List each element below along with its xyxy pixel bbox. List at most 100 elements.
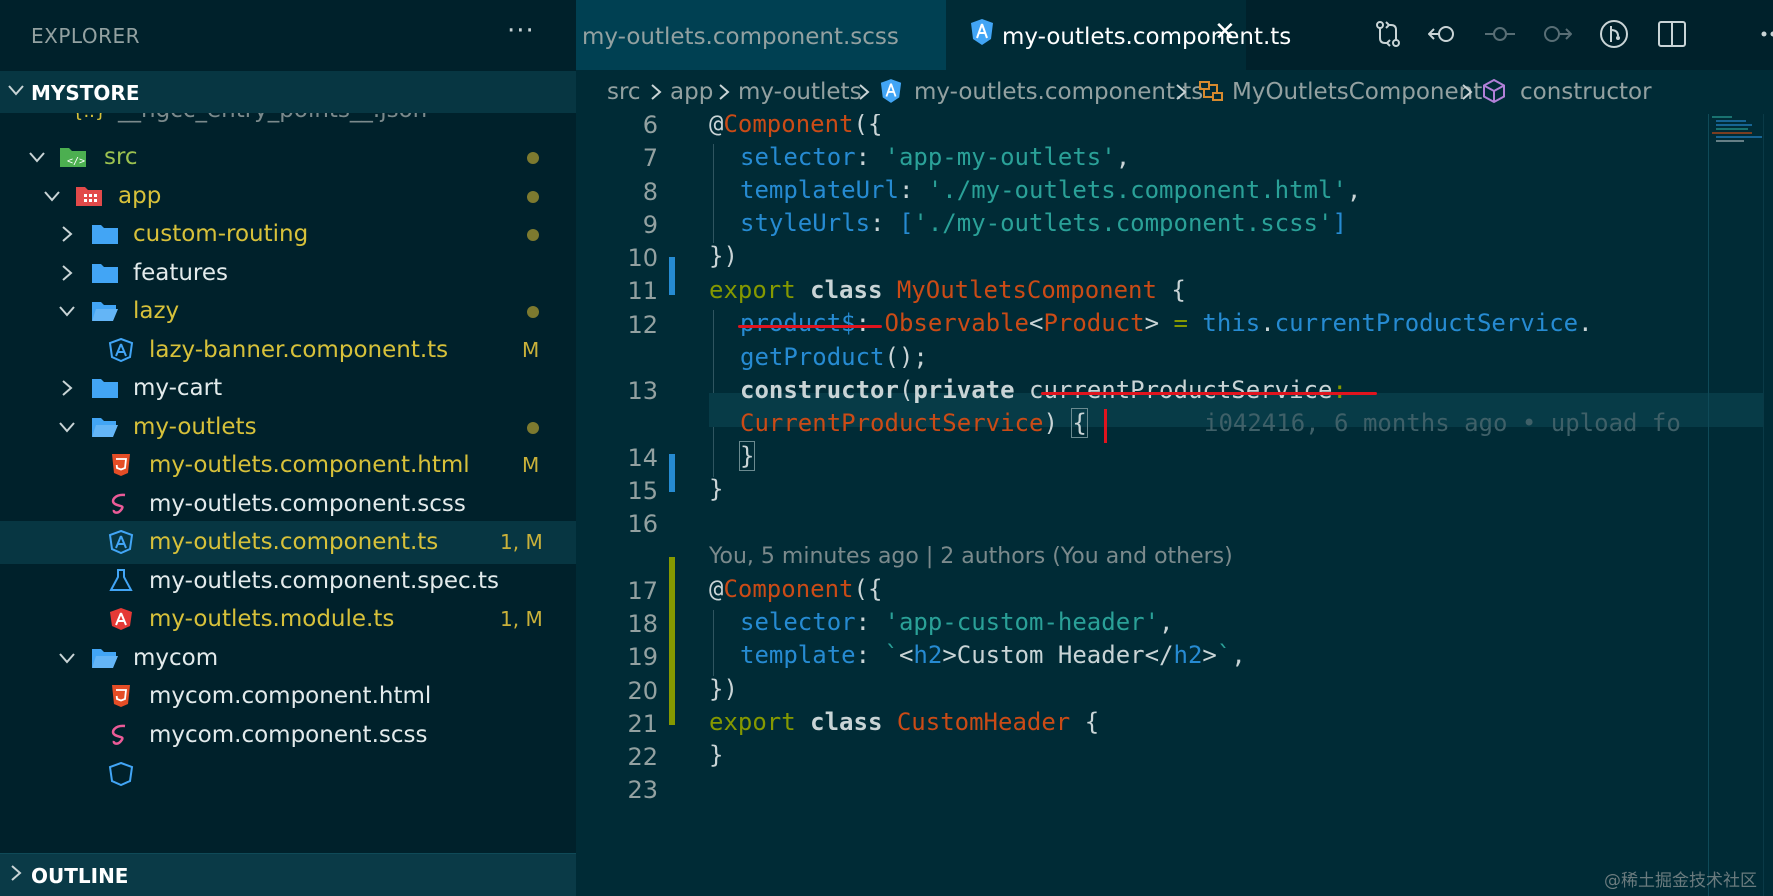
code-editor[interactable]: 6 7 8 9 10 11 12 13 14 15 16 17 18 19 20…	[576, 114, 1773, 896]
folder-icon	[92, 264, 118, 283]
angular-module-icon	[110, 608, 132, 630]
tree-item-my-cart[interactable]: my-cart	[0, 367, 576, 410]
code-line: @Component({	[709, 575, 883, 603]
chevron-down-icon	[59, 653, 75, 664]
app-folder-icon	[76, 187, 102, 206]
breadcrumb-item[interactable]: my-outlets.component.ts	[914, 79, 1203, 105]
tree-item-my-outlets-ts[interactable]: my-outlets.component.ts 1, M	[0, 521, 576, 564]
go-forward-icon[interactable]	[1540, 18, 1572, 50]
tree-item-label: app	[118, 183, 162, 209]
tree-item-lazy-banner-ts[interactable]: lazy-banner.component.ts M	[0, 329, 576, 372]
line-number: 8	[642, 178, 658, 206]
git-history-icon[interactable]	[1598, 18, 1630, 50]
tree-item-label: my-outlets	[133, 414, 257, 440]
tab-my-outlets-ts[interactable]: my-outlets.component.ts ✕	[946, 0, 1291, 70]
more-actions-icon[interactable]	[1756, 18, 1773, 50]
git-commit-icon[interactable]	[1484, 18, 1516, 50]
explorer-sidebar: EXPLORER ··· MYSTORE {..} __ngcc_entry_p…	[0, 0, 576, 896]
tree-item-label: my-cart	[133, 375, 223, 401]
tree-item-mycom-html[interactable]: mycom.component.html	[0, 675, 576, 718]
line-number: 9	[642, 211, 658, 239]
code-line: templateUrl: './my-outlets.component.htm…	[740, 176, 1362, 204]
line-number: 23	[627, 776, 658, 804]
split-editor-icon[interactable]	[1656, 18, 1688, 50]
angular-component-icon	[971, 19, 993, 45]
error-underline	[1041, 392, 1377, 395]
close-icon[interactable]: ✕	[1214, 17, 1236, 47]
tab-my-outlets-scss[interactable]: my-outlets.component.scss	[576, 0, 946, 70]
class-symbol-icon	[1199, 81, 1223, 101]
tree-item-custom-routing[interactable]: custom-routing	[0, 213, 576, 256]
tree-item-label: mycom	[133, 645, 219, 671]
code-line: }	[709, 475, 724, 503]
tree-item-my-outlets[interactable]: my-outlets	[0, 406, 576, 449]
svg-text:</>: </>	[67, 156, 85, 167]
tree-item-partial[interactable]	[0, 753, 576, 796]
vertical-scrollbar[interactable]	[1763, 114, 1773, 896]
tree-item-label: my-outlets.component.scss	[149, 491, 466, 517]
modified-dot	[527, 306, 539, 318]
tree-item-label: lazy	[133, 298, 180, 324]
tree-item-features[interactable]: features	[0, 252, 576, 295]
code-line: constructor(private currentProductServic…	[740, 376, 1347, 404]
tree-item-src[interactable]: </> src	[0, 136, 576, 179]
folder-open-icon	[92, 302, 118, 321]
codelens-authors[interactable]: You, 5 minutes ago | 2 authors (You and …	[709, 544, 1233, 569]
more-actions-icon[interactable]: ···	[507, 16, 535, 46]
chevron-right-icon	[1462, 84, 1473, 100]
line-number: 13	[627, 377, 658, 405]
code-line: styleUrls: ['./my-outlets.component.scss…	[740, 209, 1347, 237]
tree-item-my-outlets-html[interactable]: my-outlets.component.html M	[0, 444, 576, 487]
tree-item-mycom[interactable]: mycom	[0, 637, 576, 680]
folder-open-icon	[92, 649, 118, 668]
minimap[interactable]	[1710, 114, 1765, 174]
git-status-badge: 1, M	[500, 530, 543, 554]
tree-item-app[interactable]: app	[0, 175, 576, 218]
angular-component-icon	[880, 79, 902, 103]
tree-item-lazy[interactable]: lazy	[0, 290, 576, 333]
chevron-right-icon	[62, 265, 73, 281]
outline-section-header[interactable]: OUTLINE	[0, 853, 576, 896]
tree-item-label: lazy-banner.component.ts	[149, 337, 449, 363]
minimap-divider	[1708, 114, 1709, 896]
tab-label: my-outlets.component.ts	[1002, 24, 1292, 50]
git-modified-marker	[669, 454, 675, 492]
breadcrumb-item[interactable]: constructor	[1520, 79, 1652, 105]
tree-item-my-outlets-module[interactable]: my-outlets.module.ts 1, M	[0, 598, 576, 641]
code-line: template: `<h2>Custom Header</h2>`,	[740, 641, 1246, 669]
tree-item-label: src	[104, 144, 138, 170]
tab-label: my-outlets.component.scss	[582, 24, 899, 50]
test-flask-icon	[109, 569, 133, 591]
tree-item-label: mycom.component.html	[149, 683, 432, 709]
tree-item-label: my-outlets.component.spec.ts	[149, 568, 499, 594]
chevron-right-icon	[719, 84, 730, 100]
line-number: 19	[627, 643, 658, 671]
line-number: 6	[642, 114, 658, 139]
tree-item-ngcc-json[interactable]: {..} __ngcc_entry_points__.json	[0, 113, 576, 132]
breadcrumb-item[interactable]: app	[670, 79, 713, 105]
code-line: })	[709, 242, 738, 270]
tree-item-my-outlets-scss[interactable]: my-outlets.component.scss	[0, 483, 576, 526]
code-line: export class CustomHeader {	[709, 708, 1100, 736]
go-back-icon[interactable]	[1428, 18, 1460, 50]
text-cursor	[1104, 409, 1107, 443]
breadcrumb-item[interactable]: src	[607, 79, 641, 105]
code-line: @Component({	[709, 114, 883, 138]
tree-item-my-outlets-spec[interactable]: my-outlets.component.spec.ts	[0, 560, 576, 603]
angular-component-icon	[108, 338, 134, 362]
tree-item-mycom-scss[interactable]: mycom.component.scss	[0, 714, 576, 757]
chevron-down-icon	[59, 306, 75, 317]
breadcrumb-item[interactable]: MyOutletsComponent	[1232, 79, 1482, 105]
tree-item-label: mycom.component.scss	[149, 722, 428, 748]
breadcrumb-item[interactable]: my-outlets	[738, 79, 862, 105]
chevron-down-icon	[29, 152, 45, 163]
chevron-right-icon	[859, 84, 870, 100]
editor-tab-bar: my-outlets.component.scss my-outlets.com…	[576, 0, 1773, 70]
explorer-title: EXPLORER	[31, 24, 140, 48]
line-number: 10	[627, 244, 658, 272]
workspace-section-header[interactable]: MYSTORE	[0, 71, 576, 113]
line-number: 12	[627, 311, 658, 339]
line-number: 11	[627, 277, 658, 305]
chevron-down-icon	[44, 191, 60, 202]
git-compare-icon[interactable]	[1372, 18, 1404, 50]
